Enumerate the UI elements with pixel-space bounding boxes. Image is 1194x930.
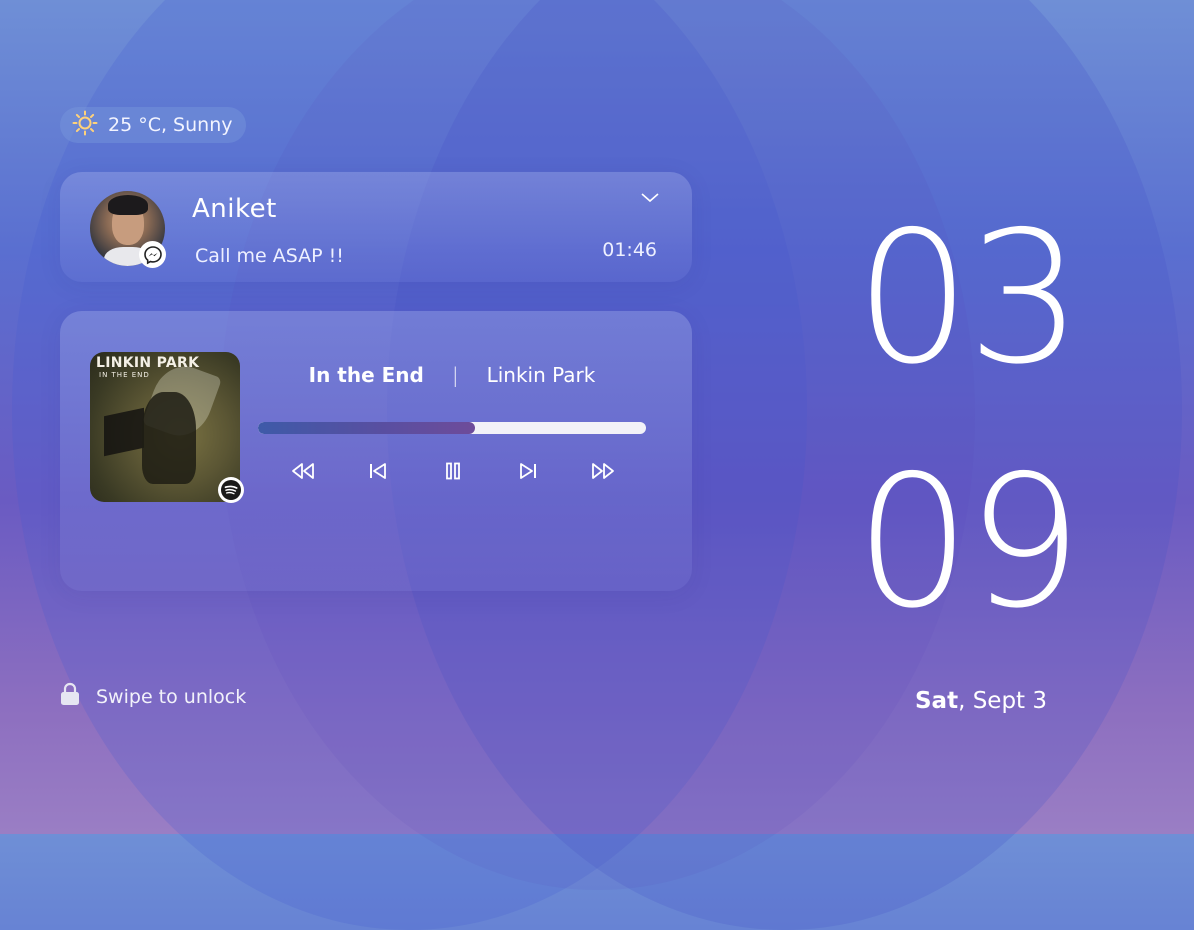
progress-bar[interactable] bbox=[258, 422, 646, 434]
pause-icon[interactable] bbox=[438, 457, 468, 485]
weather-text: 25 °C, Sunny bbox=[108, 114, 233, 136]
clock-minutes: 09 bbox=[855, 436, 1083, 648]
sun-icon bbox=[72, 110, 98, 141]
album-subtitle: IN THE END bbox=[99, 371, 150, 379]
date-day: Sat bbox=[914, 688, 959, 714]
track-info: In the End | Linkin Park bbox=[258, 363, 646, 387]
swipe-to-unlock[interactable]: Swipe to unlock bbox=[60, 682, 246, 711]
album-band: LINKIN PARK bbox=[96, 355, 200, 371]
notification-sender: Aniket bbox=[192, 194, 277, 224]
clock-hours: 03 bbox=[855, 192, 1083, 404]
track-title: In the End bbox=[308, 363, 424, 387]
unlock-text: Swipe to unlock bbox=[96, 685, 247, 708]
weather-widget: 25 °C, Sunny bbox=[60, 107, 246, 143]
notification-message: Call me ASAP !! bbox=[195, 245, 344, 267]
lock-icon bbox=[60, 682, 80, 711]
fast-forward-icon[interactable] bbox=[588, 457, 618, 485]
music-player-card: LINKIN PARK IN THE END In the End | Link… bbox=[60, 311, 692, 591]
next-icon[interactable] bbox=[513, 457, 543, 485]
playback-controls bbox=[288, 457, 618, 485]
album-art: LINKIN PARK IN THE END bbox=[90, 352, 240, 502]
track-artist: Linkin Park bbox=[486, 363, 596, 387]
messenger-icon bbox=[139, 241, 166, 268]
rewind-icon[interactable] bbox=[288, 457, 318, 485]
progress-fill bbox=[258, 422, 476, 434]
date-display: Sat, Sept 3 bbox=[855, 688, 1107, 714]
notification-time: 01:46 bbox=[602, 239, 657, 261]
notification-card[interactable]: Aniket Call me ASAP !! 01:46 bbox=[60, 172, 692, 282]
track-separator: | bbox=[451, 363, 459, 387]
spotify-icon bbox=[218, 477, 244, 503]
chevron-down-icon[interactable] bbox=[640, 190, 660, 204]
previous-icon[interactable] bbox=[363, 457, 393, 485]
date-rest: , Sept 3 bbox=[958, 688, 1048, 714]
